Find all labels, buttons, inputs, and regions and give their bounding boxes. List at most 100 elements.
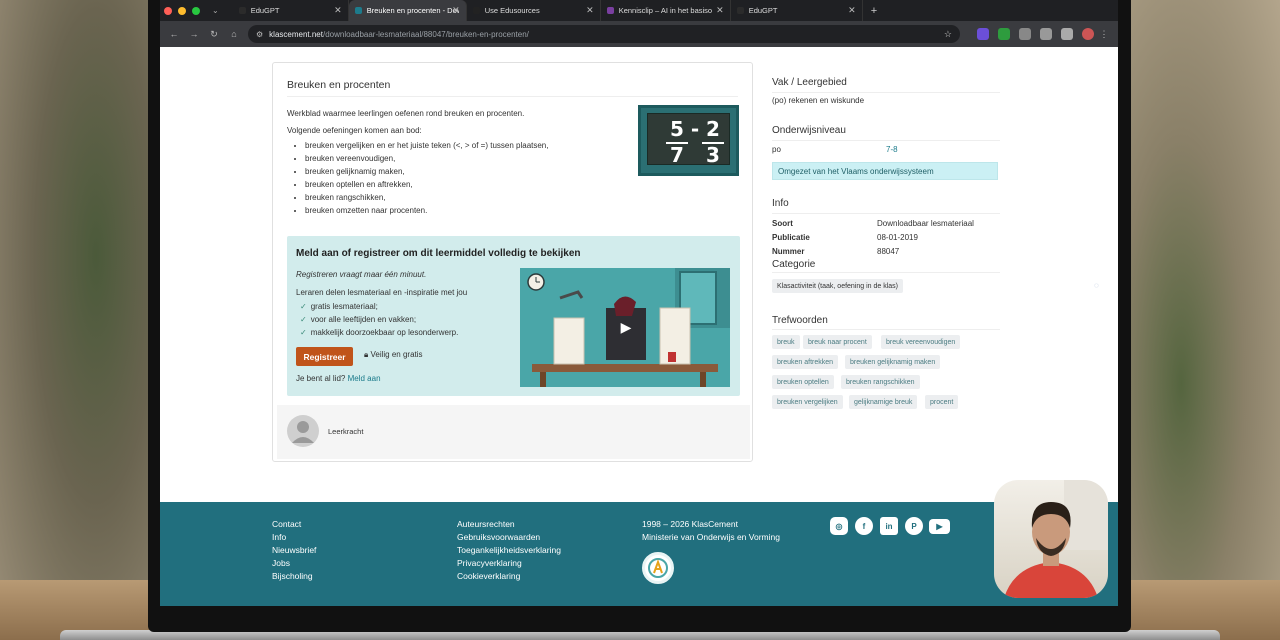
instagram-icon[interactable]: ◎	[830, 517, 848, 535]
numerator-2: 2	[706, 117, 720, 141]
list-item: breuken gelijknamig maken,	[305, 165, 617, 178]
footer-link[interactable]: Toegankelijkheidsverklaring	[457, 544, 561, 557]
keyword-tag[interactable]: gelijknamige breuk	[849, 395, 918, 409]
user-silhouette-icon	[292, 421, 314, 443]
site-footer: Contact Info Nieuwsbrief Jobs Bijscholin…	[160, 502, 1118, 606]
login-link[interactable]: Meld aan	[348, 374, 381, 383]
youtube-icon[interactable]: ▶	[929, 519, 950, 534]
footer-link[interactable]: Info	[272, 531, 316, 544]
close-tab-icon[interactable]: ✕	[848, 5, 856, 16]
extensions-puzzle-icon[interactable]	[1040, 28, 1052, 40]
resource-card: Breuken en procenten Werkblad waarmee le…	[272, 62, 753, 462]
tab-kennisclip[interactable]: Kennisclip – AI in het basisо ✕	[601, 0, 731, 21]
conversion-notice: Omgezet van het Vlaams onderwijssysteem	[772, 162, 998, 180]
browser-menu-icon[interactable]: ⋮	[1094, 29, 1114, 40]
footer-link[interactable]: Nieuwsbrief	[272, 544, 316, 557]
list-item: ✓ makkelijk doorzoekbaar op lesonderwerp.	[300, 326, 458, 339]
info-value: 08-01-2019	[877, 233, 918, 242]
back-arrow-icon[interactable]: ←	[164, 29, 184, 39]
background-plant-left	[0, 0, 160, 640]
keyword-tag[interactable]: breuken aftrekken	[772, 355, 839, 369]
list-item: breuken vergelijken en er het juiste tek…	[305, 139, 617, 152]
info-heading: Info	[772, 198, 789, 209]
forward-arrow-icon[interactable]: →	[184, 29, 204, 39]
niveau-heading: Onderwijsniveau	[772, 125, 846, 136]
footer-link[interactable]: Bijscholing	[272, 570, 316, 583]
keyword-tag[interactable]: breuk	[772, 335, 800, 349]
register-button[interactable]: Registreer	[296, 347, 353, 366]
tab-favicon-icon	[736, 7, 744, 14]
close-window-button[interactable]	[164, 6, 172, 15]
tab-breuken-en-procenten[interactable]: Breuken en procenten - Dow ✕	[348, 0, 467, 21]
extension-icon[interactable]	[998, 28, 1010, 40]
footer-links-1: Contact Info Nieuwsbrief Jobs Bijscholin…	[272, 518, 316, 583]
profile-avatar[interactable]	[1082, 28, 1094, 40]
keyword-tag[interactable]: breuk vereenvoudigen	[881, 335, 961, 349]
pinterest-icon[interactable]: P	[905, 517, 923, 535]
window-controls	[160, 6, 208, 15]
info-key: Publicatie	[772, 233, 810, 242]
niveau-value[interactable]: 7-8	[886, 145, 898, 154]
trefwoorden-heading: Trefwoorden	[772, 315, 828, 326]
footer-link[interactable]: Privacyverklaring	[457, 557, 561, 570]
site-info-icon[interactable]: ⚙	[256, 30, 263, 39]
keyword-tag[interactable]: breuken vergelijken	[772, 395, 843, 409]
resource-thumbnail[interactable]: 5 - 2 7 3	[638, 105, 739, 176]
address-bar-row: ← → ↻ ⌂ ⚙ klascement.net/downloadbaar-le…	[160, 21, 1118, 47]
tab-edugpt-1[interactable]: EduGPT ✕	[233, 0, 349, 21]
keyword-tag[interactable]: breuk naar procent	[803, 335, 872, 349]
presenter-video	[1004, 480, 1108, 598]
new-tab-plus-icon[interactable]: +	[871, 5, 877, 17]
bookmark-star-icon[interactable]: ☆	[944, 29, 952, 40]
page-content: Breuken en procenten Werkblad waarmee le…	[160, 47, 1118, 606]
info-value: Downloadbaar lesmateriaal	[877, 219, 974, 228]
webcam-overlay	[994, 480, 1108, 598]
divider	[772, 272, 1000, 273]
resource-description: Werkblad waarmee leerlingen oefenen rond…	[287, 107, 617, 217]
tab-edugpt-2[interactable]: EduGPT ✕	[731, 0, 863, 21]
url-path: /downloadbaar-lesmateriaal/88047/breuken…	[322, 29, 529, 39]
tab-use-edusources[interactable]: Use Edusources ✕	[467, 0, 601, 21]
close-tab-icon[interactable]: ✕	[452, 5, 460, 16]
reload-icon[interactable]: ↻	[204, 29, 224, 40]
extension-icon[interactable]	[977, 28, 989, 40]
list-item: breuken optellen en aftrekken,	[305, 178, 617, 191]
info-value: 88047	[877, 247, 900, 256]
maximize-window-button[interactable]	[192, 6, 200, 15]
keyword-tag[interactable]: breuken rangschikken	[841, 375, 920, 389]
footer-credits: 1998 – 2026 KlasCement Ministerie van On…	[642, 518, 780, 544]
facebook-icon[interactable]: f	[855, 517, 873, 535]
keyword-tag[interactable]: procent	[925, 395, 959, 409]
linkedin-icon[interactable]: in	[880, 517, 898, 535]
extension-icon[interactable]	[1019, 28, 1031, 40]
footer-link[interactable]: Auteursrechten	[457, 518, 561, 531]
promo-video[interactable]: ▶	[520, 268, 730, 387]
info-key: Nummer	[772, 247, 805, 256]
minimize-window-button[interactable]	[178, 6, 186, 15]
footer-link[interactable]: Gebruiksvoorwaarden	[457, 531, 561, 544]
tab-search-chevron-icon[interactable]: ⌄	[212, 6, 219, 15]
divider	[772, 213, 1000, 214]
close-tab-icon[interactable]: ✕	[716, 5, 724, 16]
close-tab-icon[interactable]: ✕	[586, 5, 594, 16]
categorie-heading: Categorie	[772, 259, 816, 270]
play-icon[interactable]: ▶	[615, 318, 637, 336]
footer-link[interactable]: Cookieverklaring	[457, 570, 561, 583]
exercise-list: breuken vergelijken en er het juiste tek…	[305, 139, 617, 217]
home-icon[interactable]: ⌂	[224, 29, 244, 39]
avatar[interactable]	[287, 415, 319, 447]
footer-link[interactable]: Contact	[272, 518, 316, 531]
url-field[interactable]: ⚙ klascement.net/downloadbaar-lesmateria…	[248, 25, 960, 43]
close-tab-icon[interactable]: ✕	[334, 5, 342, 16]
category-tag[interactable]: Klasactiviteit (taak, oefening in de kla…	[772, 279, 904, 293]
register-lead: Leraren delen lesmateriaal en -inspirati…	[296, 288, 468, 297]
expand-icon[interactable]: ◌	[1094, 281, 1099, 290]
downloads-icon[interactable]	[1061, 28, 1073, 40]
keyword-tag[interactable]: breuken optellen	[772, 375, 834, 389]
author-block: Leerkracht	[277, 405, 750, 459]
footer-link[interactable]: Jobs	[272, 557, 316, 570]
tab-favicon-icon	[238, 7, 246, 14]
keyword-tag[interactable]: breuken gelijknamig maken	[845, 355, 941, 369]
vak-heading: Vak / Leergebied	[772, 77, 847, 88]
list-item: ✓ voor alle leeftijden en vakken;	[300, 313, 458, 326]
